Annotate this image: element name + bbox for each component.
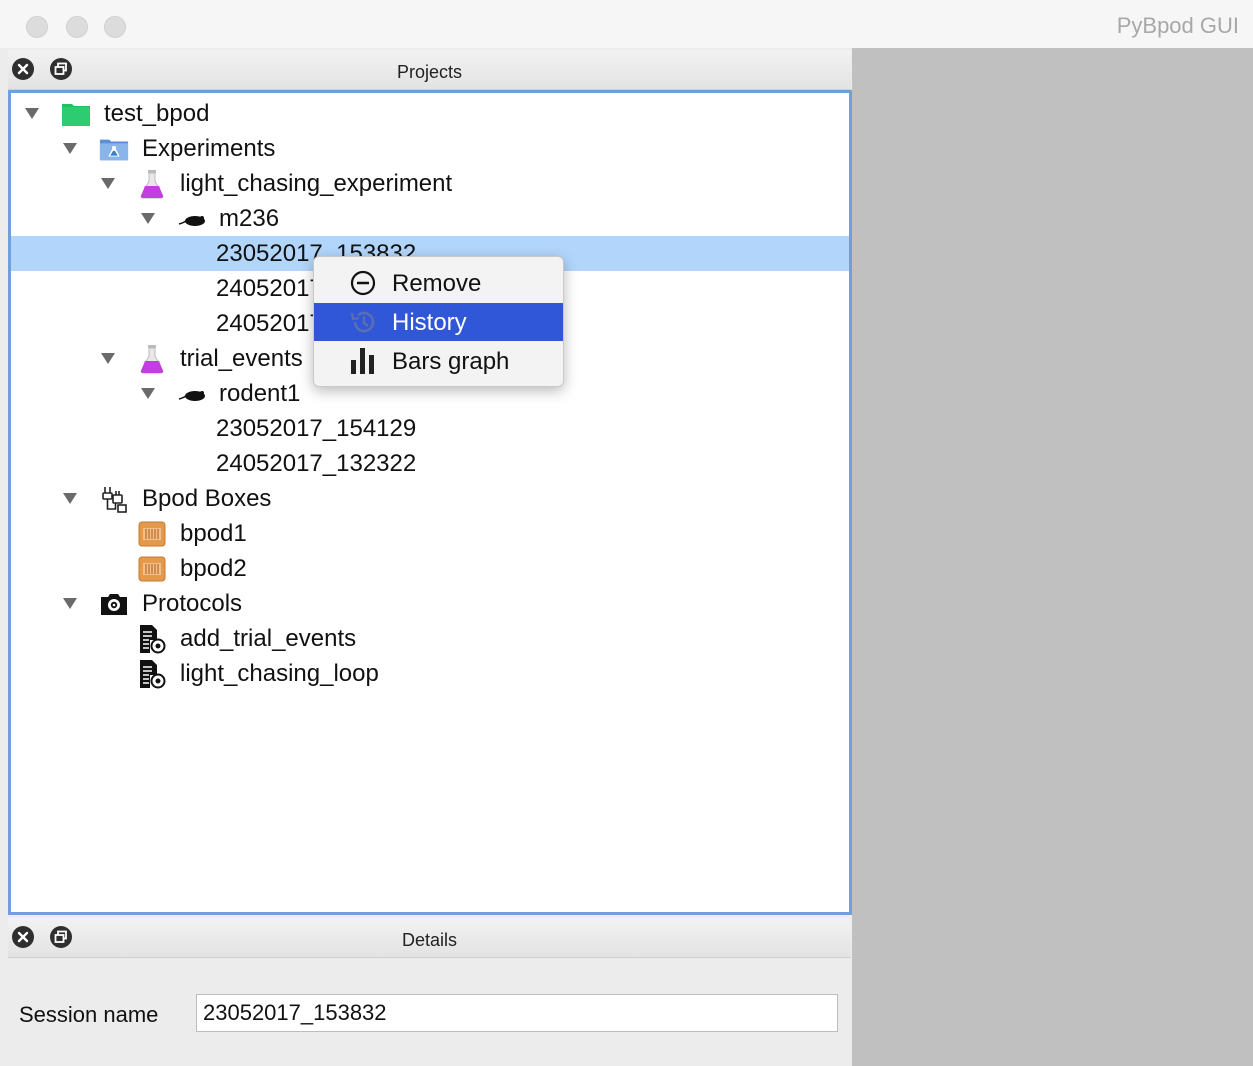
minimize-window-button[interactable] (66, 16, 88, 38)
expand-arrow-icon[interactable] (101, 353, 115, 364)
tree-item-project[interactable]: test_bpod (11, 96, 849, 131)
tree-item-subject[interactable]: m236 (11, 201, 849, 236)
history-icon (348, 308, 378, 336)
box-icon (137, 519, 167, 549)
tree-item-box[interactable]: bpod1 (11, 516, 849, 551)
tree-item-protocol[interactable]: add_trial_events (11, 621, 849, 656)
experiments-folder-icon (99, 134, 129, 164)
tree-item-bpod-boxes[interactable]: Bpod Boxes (11, 481, 849, 516)
expand-arrow-icon[interactable] (63, 598, 77, 609)
expand-arrow-icon[interactable] (63, 493, 77, 504)
details-body: Session name (8, 958, 851, 1066)
camera-icon (99, 589, 129, 619)
flask-icon (137, 344, 167, 374)
main-area (852, 48, 1253, 1066)
menu-item-remove[interactable]: Remove (314, 264, 563, 302)
mouse-icon (177, 204, 207, 234)
tree-item-session[interactable]: 24052017_132322 (11, 446, 849, 481)
expand-arrow-icon[interactable] (141, 213, 155, 224)
session-name-label: Session name (19, 1002, 159, 1027)
tree-item-box[interactable]: bpod2 (11, 551, 849, 586)
protocol-file-icon (137, 659, 167, 689)
plug-icon (99, 484, 129, 514)
tree-item-experiment[interactable]: light_chasing_experiment (11, 166, 849, 201)
details-panel-title: Details (401, 930, 458, 950)
bar-chart-icon (348, 347, 378, 375)
title-bar: PyBpod GUI (0, 0, 1253, 48)
mouse-icon (177, 379, 207, 409)
zoom-window-button[interactable] (104, 16, 126, 38)
projects-dock-header: Projects (8, 50, 851, 90)
expand-arrow-icon[interactable] (63, 143, 77, 154)
window-title: PyBpod GUI (1116, 13, 1239, 38)
expand-arrow-icon[interactable] (141, 388, 155, 399)
flask-icon (137, 169, 167, 199)
details-dock-header: Details (8, 918, 851, 958)
menu-item-history[interactable]: History (314, 303, 563, 341)
session-name-input[interactable] (196, 994, 838, 1032)
minus-circle-icon (348, 269, 378, 297)
tree-item-protocol[interactable]: light_chasing_loop (11, 656, 849, 691)
tree-item-session[interactable]: 23052017_154129 (11, 411, 849, 446)
box-icon (137, 554, 167, 584)
expand-arrow-icon[interactable] (25, 108, 39, 119)
menu-item-bars-graph[interactable]: Bars graph (314, 342, 563, 380)
tree-item-experiments[interactable]: Experiments (11, 131, 849, 166)
project-folder-icon (61, 99, 91, 129)
projects-panel-title: Projects (396, 62, 463, 82)
close-window-button[interactable] (26, 16, 48, 38)
projects-tree[interactable]: test_bpod Experiments light_chasing_expe… (8, 90, 852, 915)
tree-item-protocols[interactable]: Protocols (11, 586, 849, 621)
context-menu: Remove History Bars graph (313, 256, 564, 387)
protocol-file-icon (137, 624, 167, 654)
expand-arrow-icon[interactable] (101, 178, 115, 189)
